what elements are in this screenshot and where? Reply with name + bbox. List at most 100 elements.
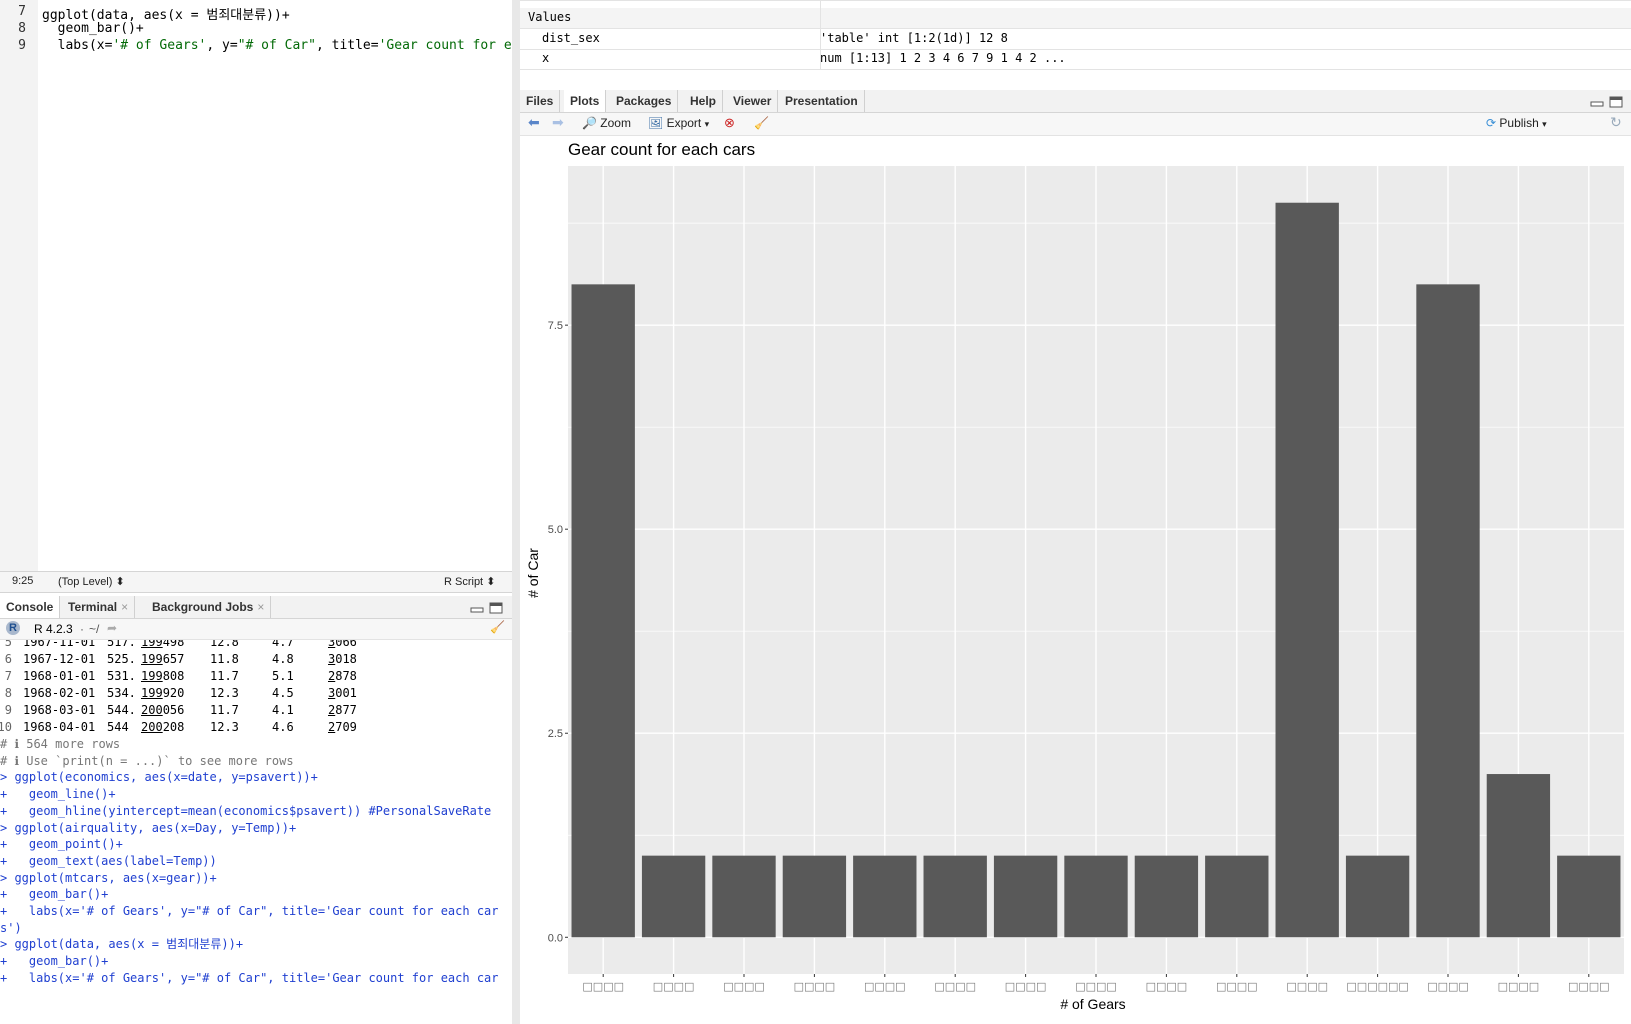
cell-psavert: 11.7: [210, 703, 239, 717]
r-version: R 4.2.3: [34, 622, 73, 636]
tab-packages[interactable]: Packages: [610, 90, 679, 112]
x-tick-label: □□□□: [653, 980, 695, 993]
cell-digits-underlined: 199: [141, 640, 163, 649]
forward-arrow-icon[interactable]: ➡: [552, 114, 564, 131]
x-tick-label: □□□□: [1005, 980, 1047, 993]
tab-label: Packages: [616, 94, 672, 108]
cell-unemploy: 3018: [328, 651, 357, 668]
cell-psavert: 11.8: [210, 652, 239, 666]
cell-psavert: 12.3: [210, 720, 239, 734]
cursor-position: 9:25: [12, 575, 34, 587]
tab-label: Help: [690, 94, 717, 108]
console-output[interactable]: 5 1967-11-01 517. 199498 12.8 4.7 3066 6 1967-12…: [0, 640, 512, 1024]
code-line[interactable]: geom_bar()+: [42, 21, 144, 36]
cell-pop: 200056: [141, 702, 184, 719]
cell-digits: 498: [162, 640, 185, 649]
publish-button[interactable]: ⟳ Publish ▾: [1486, 116, 1547, 130]
tab-help[interactable]: Help: [684, 90, 724, 112]
bar: [1205, 855, 1269, 938]
export-button[interactable]: 🖼 Export ▾: [648, 116, 709, 130]
tab-background-jobs[interactable]: Background Jobs ×: [146, 596, 272, 618]
cell-pce: 544.: [107, 703, 136, 717]
tab-viewer[interactable]: Viewer: [727, 90, 779, 112]
env-row[interactable]: x num [1:13] 1 2 3 4 6 7 9 1 4 2 ...: [520, 49, 1631, 70]
cell-date: 1968-04-01: [23, 720, 96, 734]
x-tick-label: □□□□: [934, 980, 976, 993]
remove-plot-icon[interactable]: ⊗: [724, 115, 735, 131]
minimize-maximize-icons[interactable]: [1590, 96, 1624, 108]
y-tick-label: 5.0: [548, 524, 563, 536]
code-line[interactable]: labs(x='# of Gears', y="# of Car", title…: [42, 38, 512, 53]
r-logo-icon: R: [6, 621, 20, 635]
cell-pce: 531.: [107, 669, 136, 683]
bar: [1416, 284, 1480, 938]
tab-console[interactable]: Console: [0, 596, 61, 618]
source-editor[interactable]: 789 ggplot(data, aes(x = 범죄대분류))+ geom_b…: [0, 0, 512, 571]
file-type-label: R Script: [444, 576, 484, 588]
cell-psavert: 12.3: [210, 686, 239, 700]
close-icon[interactable]: ×: [257, 600, 264, 614]
cell-pce: 525.: [107, 652, 136, 666]
cell-digits: 657: [162, 652, 185, 666]
cell-date: 1968-02-01: [23, 686, 96, 700]
updown-icon: ⬍: [115, 576, 125, 588]
x-tick-label: □□□□: [582, 980, 624, 993]
bar: [1064, 855, 1128, 938]
clear-console-icon[interactable]: 🧹: [490, 620, 505, 634]
cell-pop: 199657: [141, 651, 184, 668]
x-tick-label: □□□□□□: [1346, 980, 1408, 993]
bar: [1134, 855, 1199, 938]
cell-pce: 534.: [107, 686, 136, 700]
code-token: , y=: [206, 38, 238, 53]
section-label: Values: [528, 10, 572, 24]
cell-unemploy: 3066: [328, 640, 357, 651]
pane-splitter[interactable]: [512, 0, 520, 1024]
editor-status-bar: 9:25 (Top Level) ⬍ R Script ⬍: [0, 571, 512, 593]
cell-psavert: 11.7: [210, 669, 239, 683]
cell-pce: 544: [107, 720, 129, 734]
bar: [993, 855, 1058, 938]
var-name: dist_sex: [542, 31, 600, 45]
file-type-selector[interactable]: R Script ⬍: [444, 575, 495, 588]
env-row[interactable]: dist_sex 'table' int [1:2(1d)] 12 8: [520, 29, 1631, 50]
line-number: 7: [18, 4, 26, 19]
console-line: s'): [0, 920, 22, 935]
refresh-icon[interactable]: ↻: [1610, 114, 1622, 131]
caret-down-icon: ▾: [1542, 119, 1547, 129]
clear-plots-icon[interactable]: 🧹: [754, 116, 769, 130]
path-separator: ·: [80, 622, 84, 636]
x-tick-label: □□□□: [1146, 980, 1188, 993]
env-row-clipped: [520, 0, 1631, 1]
cell-digits-underlined: 199: [141, 669, 163, 683]
tab-plots[interactable]: Plots: [564, 90, 607, 112]
export-label: Export: [666, 116, 702, 130]
row-index: 9: [4, 703, 12, 717]
zoom-icon: 🔎: [582, 116, 597, 130]
cell-digits: 808: [162, 669, 185, 683]
environment-pane: Values dist_sex 'table' int [1:2(1d)] 12…: [520, 0, 1631, 70]
y-tick-label: 7.5: [548, 320, 563, 332]
goto-dir-icon[interactable]: ➦: [107, 621, 117, 635]
console-table-row: 8 1968-02-01 534. 199920 12.3 4.5 3001: [0, 685, 512, 702]
tab-files[interactable]: Files: [520, 90, 561, 112]
export-icon: 🖼: [648, 116, 664, 130]
console-line: > ggplot(economics, aes(x=date, y=psaver…: [0, 770, 318, 785]
bar: [1486, 774, 1551, 938]
cell-unemploy: 2709: [328, 719, 357, 736]
tab-terminal[interactable]: Terminal ×: [62, 596, 136, 618]
minimize-maximize-icons[interactable]: [470, 602, 504, 614]
console-line: > ggplot(data, aes(x = 범죄대분류))+: [0, 937, 244, 952]
publish-label: Publish: [1499, 116, 1539, 130]
close-icon[interactable]: ×: [121, 600, 128, 614]
zoom-button[interactable]: 🔎 Zoom: [582, 116, 631, 130]
line-number: 8: [18, 21, 26, 36]
scope-selector[interactable]: (Top Level) ⬍: [58, 575, 125, 588]
code-token: "# of Car": [237, 38, 316, 53]
console-table-row: 10 1968-04-01 544 200208 12.3 4.6 2709: [0, 719, 512, 736]
console-tab-bar: Console Terminal × Background Jobs ×: [0, 596, 512, 619]
back-arrow-icon[interactable]: ⬅: [528, 114, 540, 131]
cell-date: 1968-03-01: [23, 703, 96, 717]
console-line: # ℹ Use `print(n = ...)` to see more row…: [0, 753, 294, 768]
tab-presentation[interactable]: Presentation: [779, 90, 865, 112]
working-dir[interactable]: ~/: [89, 622, 99, 636]
